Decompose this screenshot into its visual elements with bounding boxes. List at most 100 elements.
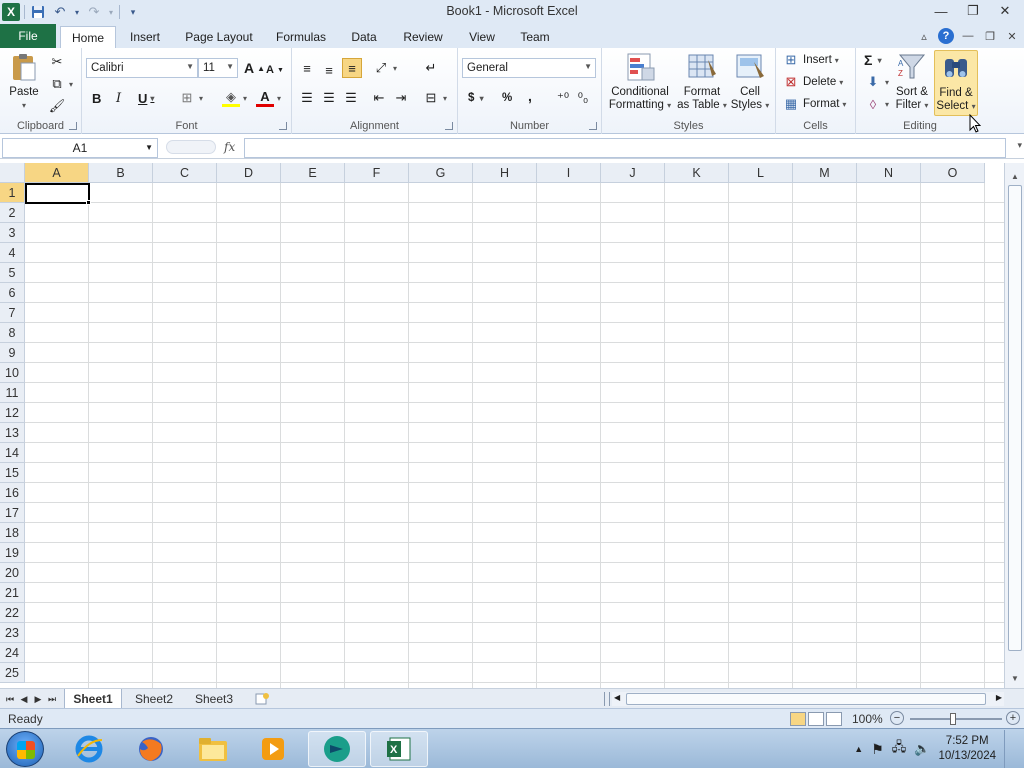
- prev-sheet-icon[interactable]: ◀: [18, 692, 30, 706]
- column-header[interactable]: H: [473, 163, 537, 183]
- row-header[interactable]: 10: [0, 363, 25, 383]
- row-header[interactable]: 12: [0, 403, 25, 423]
- align-right-button[interactable]: ☰: [342, 88, 360, 108]
- worksheet-grid[interactable]: ABCDEFGHIJKLMNO 1 2 3 4 5 6 7 8 9 10 11 12 13 14 15 16 1…: [0, 163, 1004, 688]
- start-button[interactable]: [6, 731, 44, 767]
- borders-button[interactable]: ⊞ ▾: [178, 88, 203, 108]
- paste-button[interactable]: Paste ▾: [6, 52, 42, 112]
- name-box[interactable]: A1 ▼: [2, 138, 158, 158]
- column-header[interactable]: B: [89, 163, 153, 183]
- app-icon[interactable]: [308, 731, 366, 767]
- clear-button[interactable]: ◊ ▾: [864, 94, 889, 114]
- zoom-slider-thumb[interactable]: [950, 713, 956, 725]
- row-header[interactable]: 7: [0, 303, 25, 323]
- row-header[interactable]: 9: [0, 343, 25, 363]
- bottom-align-button[interactable]: ≡: [342, 58, 362, 78]
- tab-review[interactable]: Review: [396, 26, 450, 48]
- help-icon[interactable]: ?: [938, 28, 954, 44]
- zoom-out-icon[interactable]: −: [890, 711, 904, 725]
- file-explorer-icon[interactable]: [184, 731, 242, 767]
- tab-home[interactable]: Home: [60, 26, 116, 48]
- row-header[interactable]: 20: [0, 563, 25, 583]
- vertical-scroll-thumb[interactable]: [1008, 185, 1022, 651]
- align-left-button[interactable]: ☰: [298, 88, 316, 108]
- find-select-button[interactable]: Find & Select ▾: [934, 50, 978, 116]
- tab-split-handle[interactable]: [604, 692, 610, 706]
- row-header[interactable]: 15: [0, 463, 25, 483]
- sheet-tab-sheet3[interactable]: Sheet3: [186, 689, 242, 708]
- autosum-button[interactable]: Σ ▾: [864, 50, 882, 70]
- row-header[interactable]: 24: [0, 643, 25, 663]
- row-header[interactable]: 17: [0, 503, 25, 523]
- align-center-button[interactable]: ☰: [320, 88, 338, 108]
- top-align-button[interactable]: ≡: [298, 58, 316, 78]
- row-header[interactable]: 13: [0, 423, 25, 443]
- insert-cells-button[interactable]: ⊞ Insert ▾: [782, 50, 839, 70]
- font-launcher-icon[interactable]: [279, 122, 287, 130]
- zoom-level[interactable]: 100%: [852, 712, 883, 726]
- clipboard-launcher-icon[interactable]: [69, 122, 77, 130]
- select-all-button[interactable]: [0, 163, 25, 183]
- orientation-button[interactable]: ⤢ ▾: [372, 58, 397, 78]
- format-cells-button[interactable]: ▦ Format ▾: [782, 94, 847, 114]
- row-header[interactable]: 2: [0, 203, 25, 223]
- volume-icon[interactable]: 🔈: [914, 741, 930, 757]
- tab-page-layout[interactable]: Page Layout: [180, 26, 258, 48]
- row-header[interactable]: 21: [0, 583, 25, 603]
- formula-input[interactable]: [244, 138, 1006, 158]
- copy-button[interactable]: ⧉ ▾: [48, 74, 73, 94]
- tab-team[interactable]: Team: [514, 26, 556, 48]
- scroll-up-icon[interactable]: ▲: [1007, 169, 1023, 183]
- row-header[interactable]: 1: [0, 183, 25, 203]
- active-cell[interactable]: [25, 183, 90, 204]
- row-header[interactable]: 5: [0, 263, 25, 283]
- insert-sheet-icon[interactable]: [248, 689, 276, 708]
- vertical-scrollbar[interactable]: ▲ ▼: [1004, 163, 1024, 688]
- cell-styles-button[interactable]: Cell Styles ▾: [728, 52, 772, 112]
- last-sheet-icon[interactable]: ⏭: [46, 692, 58, 706]
- zoom-slider[interactable]: [910, 718, 1002, 720]
- delete-cells-button[interactable]: ⊠ Delete ▾: [782, 72, 844, 92]
- fill-button[interactable]: ⬇ ▾: [864, 72, 889, 92]
- restore-button[interactable]: ❐: [958, 2, 988, 20]
- column-header[interactable]: M: [793, 163, 857, 183]
- workbook-minimize-icon[interactable]: —: [960, 30, 976, 42]
- wrap-text-button[interactable]: ↵: [422, 58, 440, 78]
- column-header[interactable]: A: [25, 163, 89, 183]
- column-header[interactable]: C: [153, 163, 217, 183]
- increase-decimal-button[interactable]: ⁺⁰: [554, 88, 572, 108]
- tab-formulas[interactable]: Formulas: [270, 26, 332, 48]
- number-launcher-icon[interactable]: [589, 122, 597, 130]
- grow-font-button[interactable]: A ▲: [244, 58, 265, 78]
- row-header[interactable]: 8: [0, 323, 25, 343]
- page-layout-view-icon[interactable]: [808, 712, 824, 726]
- show-hidden-icons-icon[interactable]: ▲: [854, 744, 863, 754]
- tab-file[interactable]: File: [0, 24, 56, 48]
- alignment-launcher-icon[interactable]: [445, 122, 453, 130]
- fill-handle[interactable]: [86, 200, 91, 205]
- scroll-left-icon[interactable]: ◀: [614, 693, 620, 702]
- tab-data[interactable]: Data: [344, 26, 384, 48]
- bold-button[interactable]: B: [92, 88, 101, 108]
- row-header[interactable]: 22: [0, 603, 25, 623]
- increase-indent-button[interactable]: ⇥: [392, 88, 410, 108]
- column-header[interactable]: N: [857, 163, 921, 183]
- column-header[interactable]: D: [217, 163, 281, 183]
- sheet-tab-sheet2[interactable]: Sheet2: [126, 689, 182, 708]
- row-header[interactable]: 23: [0, 623, 25, 643]
- comma-button[interactable]: ,: [528, 86, 532, 106]
- horizontal-scroll-thumb[interactable]: [626, 693, 986, 705]
- row-header[interactable]: 14: [0, 443, 25, 463]
- format-painter-button[interactable]: 🖌: [48, 96, 66, 116]
- column-header[interactable]: K: [665, 163, 729, 183]
- insert-function-button[interactable]: fx: [224, 140, 235, 154]
- column-header[interactable]: J: [601, 163, 665, 183]
- tab-view[interactable]: View: [462, 26, 502, 48]
- row-header[interactable]: 18: [0, 523, 25, 543]
- normal-view-icon[interactable]: [790, 712, 806, 726]
- first-sheet-icon[interactable]: ⏮: [4, 692, 16, 706]
- cell-area[interactable]: [25, 183, 1004, 688]
- font-color-button[interactable]: A ▾: [256, 88, 281, 108]
- workbook-restore-icon[interactable]: ❐: [982, 30, 998, 43]
- format-as-table-button[interactable]: Format as Table ▾: [676, 52, 728, 112]
